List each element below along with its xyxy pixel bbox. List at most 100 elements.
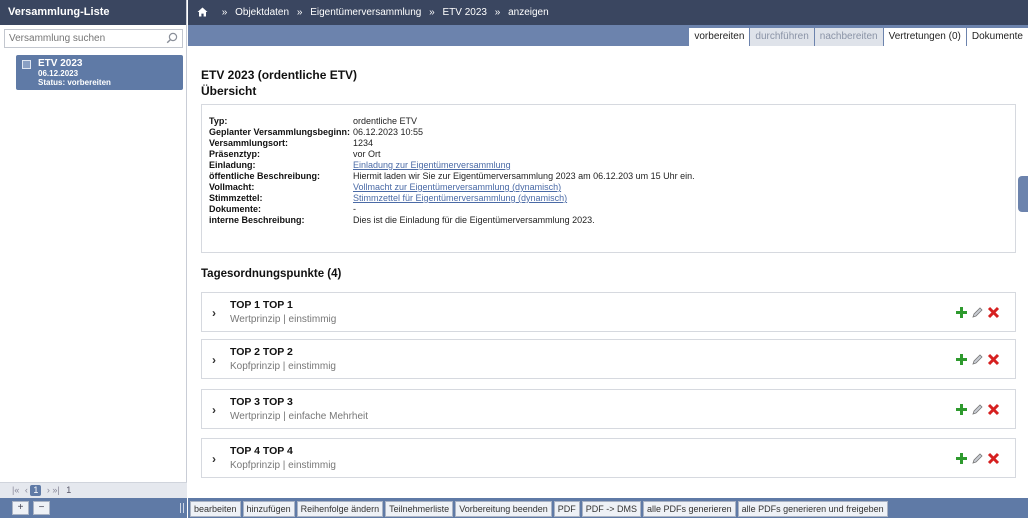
- search-input[interactable]: [5, 30, 155, 47]
- agenda-item[interactable]: › TOP 4 TOP 4 Kopfprinzip | einstimmig: [201, 438, 1016, 478]
- chevron-right-icon[interactable]: ›: [212, 452, 216, 466]
- pager-current-page[interactable]: 1: [30, 485, 42, 496]
- agenda-item-actions: [955, 452, 1001, 466]
- agenda-item-title: TOP 2 TOP 2: [230, 346, 293, 358]
- bearbeiten-button[interactable]: bearbeiten: [190, 501, 241, 517]
- agenda-item[interactable]: › TOP 1 TOP 1 Wertprinzip | einstimmig: [201, 292, 1016, 332]
- main-content: ETV 2023 (ordentliche ETV) Übersicht Typ…: [188, 46, 1028, 498]
- agenda-item-title: TOP 4 TOP 4: [230, 445, 293, 457]
- alle-pdfs-generieren-freigeben-button[interactable]: alle PDFs generieren und freigeben: [737, 501, 888, 517]
- agenda-item-subtitle: Wertprinzip | einstimmig: [230, 314, 337, 325]
- overview-key: Typ:: [209, 116, 228, 126]
- delete-icon[interactable]: [987, 306, 1000, 319]
- plus-icon[interactable]: [955, 452, 968, 465]
- hinzufuegen-button[interactable]: hinzufügen: [242, 501, 295, 517]
- pencil-icon[interactable]: [971, 353, 984, 366]
- einladung-link[interactable]: Einladung zur Eigentümerversammlung: [353, 160, 511, 171]
- stimmzettel-link[interactable]: Stimmzettel für Eigentümerversammlung (d…: [353, 193, 567, 204]
- list-item-date: 06.12.2023: [38, 69, 79, 78]
- pdf-to-dms-button[interactable]: PDF -> DMS: [581, 501, 642, 517]
- overview-key: Versammlungsort:: [209, 138, 289, 148]
- tab-durchfuehren[interactable]: durchführen: [749, 28, 814, 46]
- overview-key: Einladung:: [209, 160, 256, 170]
- list-item-status: Status: vorbereiten: [38, 78, 111, 87]
- overview-key: öffentliche Beschreibung:: [209, 171, 321, 181]
- breadcrumb-separator: »: [221, 7, 228, 18]
- vorbereitung-beenden-button[interactable]: Vorbereitung beenden: [455, 501, 552, 517]
- chevron-right-icon[interactable]: ›: [212, 353, 216, 367]
- chevron-right-icon[interactable]: ›: [212, 306, 216, 320]
- search-box[interactable]: [4, 29, 183, 48]
- overview-panel: Typ: ordentliche ETV Geplanter Versammlu…: [201, 104, 1016, 253]
- event-icon: [22, 60, 31, 69]
- reihenfolge-aendern-button[interactable]: Reihenfolge ändern: [296, 501, 384, 517]
- teilnehmerliste-button[interactable]: Teilnehmerliste: [385, 501, 454, 517]
- overview-value: Dies ist die Einladung für die Eigentüme…: [353, 215, 595, 225]
- pager-next-icon[interactable]: ›: [47, 485, 50, 495]
- tab-dokumente[interactable]: Dokumente: [965, 28, 1028, 46]
- pager-last-icon[interactable]: »|: [52, 485, 59, 495]
- sidebar: Versammlung-Liste ETV 2023 06.12.2023 St…: [0, 0, 187, 518]
- alle-pdfs-generieren-button[interactable]: alle PDFs generieren: [643, 501, 736, 517]
- pdf-button[interactable]: PDF: [553, 501, 580, 517]
- overview-key: Dokumente:: [209, 204, 262, 214]
- pencil-icon[interactable]: [971, 306, 984, 319]
- overview-key: interne Beschreibung:: [209, 215, 305, 225]
- overview-value: vor Ort: [353, 149, 381, 159]
- breadcrumb: » Objektdaten » Eigentümerversammlung » …: [188, 0, 1028, 25]
- list-item-title: ETV 2023: [38, 58, 83, 69]
- breadcrumb-separator: »: [494, 7, 501, 18]
- agenda-heading: Tagesordnungspunkte (4): [201, 268, 342, 280]
- add-button[interactable]: +: [12, 501, 29, 515]
- plus-icon[interactable]: [955, 306, 968, 319]
- search-icon[interactable]: [166, 32, 178, 44]
- pencil-icon[interactable]: [971, 403, 984, 416]
- pager: |« ‹ 1 › »| 1: [0, 482, 187, 498]
- breadcrumb-item-etv[interactable]: ETV 2023: [442, 7, 486, 18]
- agenda-item-actions: [955, 306, 1001, 320]
- breadcrumb-item-anzeigen: anzeigen: [508, 7, 549, 18]
- remove-button[interactable]: −: [33, 501, 50, 515]
- agenda-item-subtitle: Kopfprinzip | einstimmig: [230, 361, 336, 372]
- home-icon[interactable]: [197, 7, 208, 17]
- tab-nachbereiten[interactable]: nachbereiten: [813, 28, 883, 46]
- breadcrumb-item-versammlung[interactable]: Eigentümerversammlung: [310, 7, 421, 18]
- delete-icon[interactable]: [987, 452, 1000, 465]
- plus-icon[interactable]: [955, 353, 968, 366]
- overview-key: Geplanter Versammlungsbeginn:: [209, 127, 351, 137]
- tab-vertretungen[interactable]: Vertretungen (0): [882, 28, 966, 46]
- agenda-item[interactable]: › TOP 3 TOP 3 Wertprinzip | einfache Meh…: [201, 389, 1016, 429]
- breadcrumb-item-objektdaten[interactable]: Objektdaten: [235, 7, 289, 18]
- agenda-item-subtitle: Kopfprinzip | einstimmig: [230, 460, 336, 471]
- agenda-item-subtitle: Wertprinzip | einfache Mehrheit: [230, 411, 369, 422]
- overview-key: Vollmacht:: [209, 182, 255, 192]
- overview-value: 06.12.2023 10:55: [353, 127, 424, 137]
- splitter-grip[interactable]: [180, 503, 184, 513]
- overview-key: Präsenztyp:: [209, 149, 261, 159]
- delete-icon[interactable]: [987, 353, 1000, 366]
- overview-value: 1234: [353, 138, 374, 148]
- breadcrumb-separator: »: [296, 7, 303, 18]
- pager-prev-icon[interactable]: ‹: [25, 485, 28, 495]
- pager-first-icon[interactable]: |«: [12, 485, 19, 495]
- plus-icon[interactable]: [955, 403, 968, 416]
- overview-heading: Übersicht: [201, 84, 257, 98]
- page-title: ETV 2023 (ordentliche ETV): [201, 68, 358, 82]
- agenda-item-title: TOP 1 TOP 1: [230, 299, 293, 311]
- chevron-right-icon[interactable]: ›: [212, 403, 216, 417]
- overview-value: Hiermit laden wir Sie zur Eigentümervers…: [353, 171, 695, 181]
- sidebar-title: Versammlung-Liste: [0, 0, 186, 25]
- agenda-item[interactable]: › TOP 2 TOP 2 Kopfprinzip | einstimmig: [201, 339, 1016, 379]
- vollmacht-link[interactable]: Vollmacht zur Eigentümerversammlung (dyn…: [353, 182, 561, 193]
- pager-total: 1: [66, 485, 72, 495]
- side-panel-handle[interactable]: [1018, 176, 1028, 212]
- delete-icon[interactable]: [987, 403, 1000, 416]
- agenda-item-title: TOP 3 TOP 3: [230, 396, 293, 408]
- bottom-toolbar: bearbeiten hinzufügen Reihenfolge ändern…: [180, 498, 1028, 518]
- agenda-item-actions: [955, 353, 1001, 367]
- tab-vorbereiten[interactable]: vorbereiten: [688, 28, 750, 46]
- pencil-icon[interactable]: [971, 452, 984, 465]
- list-item-etv[interactable]: ETV 2023 06.12.2023 Status: vorbereiten: [16, 55, 183, 90]
- overview-value: -: [353, 204, 356, 214]
- breadcrumb-separator: »: [429, 7, 435, 18]
